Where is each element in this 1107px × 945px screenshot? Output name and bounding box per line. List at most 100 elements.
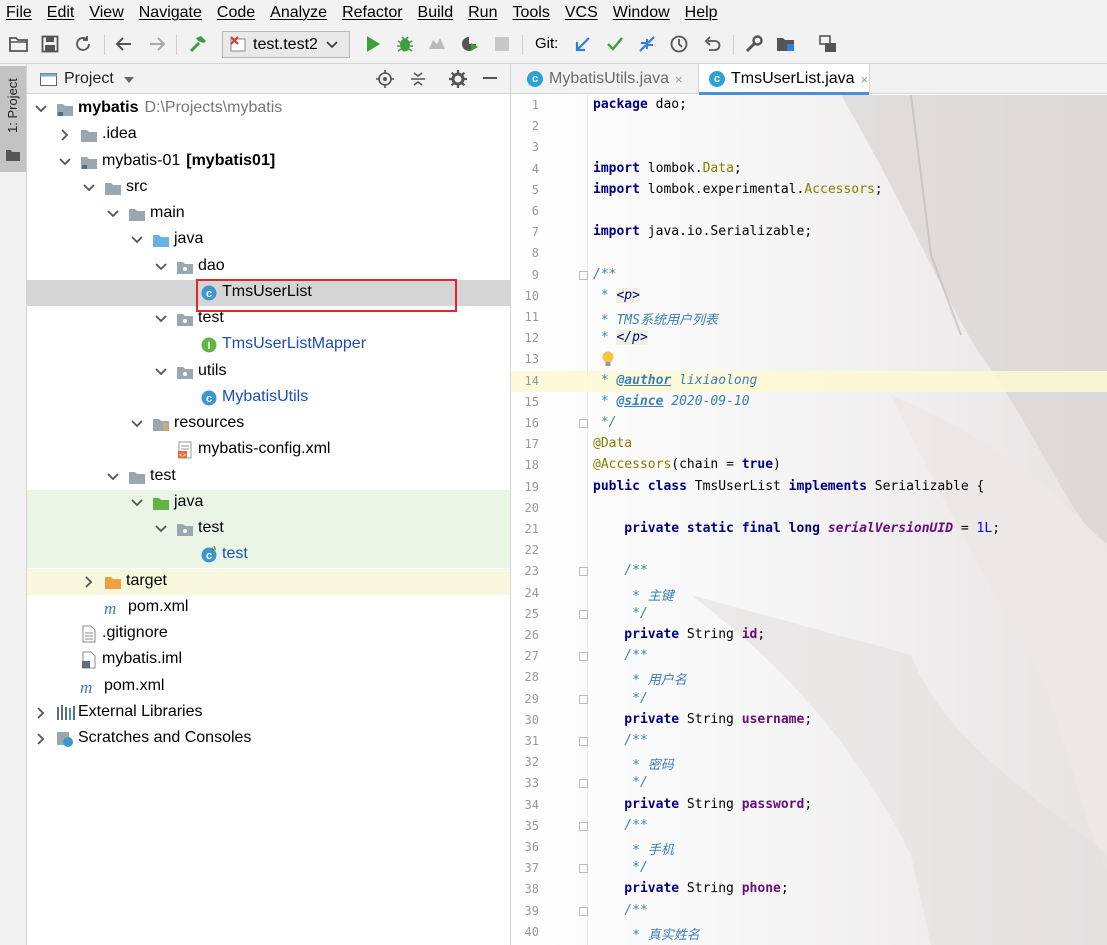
menu-run[interactable]: Run xyxy=(468,4,497,22)
tree-item-scratches[interactable]: Scratches and Consoles xyxy=(27,726,510,752)
code-line[interactable]: 8 xyxy=(511,243,1107,264)
menu-vcs[interactable]: VCS xyxy=(565,4,598,22)
code-line[interactable]: 32 * 密码 xyxy=(511,752,1107,773)
tree-item-dao[interactable]: dao xyxy=(27,254,510,280)
chevron-down-icon[interactable] xyxy=(155,260,167,274)
open-folder-icon[interactable] xyxy=(9,34,29,54)
tree-item-mybatis[interactable]: mybatis D:\Projects\mybatis xyxy=(27,96,510,122)
tab-mybatisutils[interactable]: c MybatisUtils.java × xyxy=(517,64,698,94)
code-line[interactable]: 5 import lombok.experimental.Accessors; xyxy=(511,180,1107,201)
fold-marker-icon[interactable] xyxy=(579,567,588,577)
debug-bug-icon[interactable] xyxy=(395,34,415,54)
code-line[interactable]: 27 /** xyxy=(511,646,1107,667)
chevron-down-icon[interactable] xyxy=(59,155,71,169)
menu-view[interactable]: View xyxy=(89,4,123,22)
tree-item-idea[interactable]: .idea xyxy=(27,122,510,148)
gear-icon[interactable] xyxy=(449,70,467,93)
chevron-down-icon[interactable] xyxy=(155,312,167,326)
tree-item-test-class[interactable]: c test xyxy=(27,542,510,569)
run-play-icon[interactable] xyxy=(363,34,383,54)
code-line[interactable]: 34 private String password; xyxy=(511,795,1107,816)
code-line[interactable]: 28 * 用户名 xyxy=(511,667,1107,688)
code-line[interactable]: 3 xyxy=(511,137,1107,158)
run-configuration-select[interactable]: test.test2 xyxy=(222,31,350,58)
code-line[interactable]: 10 * <p> xyxy=(511,286,1107,307)
menu-help[interactable]: Help xyxy=(685,4,718,22)
code-line[interactable]: 15 * @since 2020-09-10 xyxy=(511,392,1107,413)
fold-marker-icon[interactable] xyxy=(579,737,588,746)
menu-tools[interactable]: Tools xyxy=(512,4,549,22)
back-arrow-icon[interactable] xyxy=(114,34,134,54)
code-line[interactable]: 2 xyxy=(511,116,1107,137)
hide-minus-icon[interactable] xyxy=(483,77,497,79)
menu-refactor[interactable]: Refactor xyxy=(342,4,402,22)
code-line[interactable]: 29 */ xyxy=(511,689,1107,710)
git-commit-check-icon[interactable] xyxy=(605,34,625,54)
git-history-clock-icon[interactable] xyxy=(669,34,689,54)
code-line[interactable]: 22 xyxy=(511,540,1107,561)
tree-item-utils[interactable]: utils xyxy=(27,359,510,385)
tab-tmsuserlist[interactable]: c TmsUserList.java × xyxy=(698,64,870,95)
profile-icon[interactable] xyxy=(459,34,479,54)
menu-analyze[interactable]: Analyze xyxy=(270,4,327,22)
view-dropdown-icon[interactable] xyxy=(123,70,134,88)
fold-marker-icon[interactable] xyxy=(579,906,588,916)
close-icon[interactable]: × xyxy=(675,72,683,87)
project-structure-icon[interactable] xyxy=(776,34,796,54)
code-line[interactable]: 9 /** xyxy=(511,265,1107,286)
close-icon[interactable]: × xyxy=(861,72,869,87)
tree-item-target[interactable]: target xyxy=(27,568,510,595)
chevron-down-icon[interactable] xyxy=(107,470,119,484)
code-line[interactable]: 30 private String username; xyxy=(511,710,1107,731)
tree-item-java[interactable]: java xyxy=(27,227,510,253)
code-line[interactable]: 37 */ xyxy=(511,858,1107,879)
project-tool-tab[interactable]: 1: Project xyxy=(0,66,26,172)
code-line[interactable]: 39 /** xyxy=(511,901,1107,922)
coverage-icon[interactable] xyxy=(427,34,447,54)
code-line[interactable]: 18 @Accessors(chain = true) xyxy=(511,455,1107,476)
code-line[interactable]: 17 @Data xyxy=(511,434,1107,455)
menu-code[interactable]: Code xyxy=(217,4,255,22)
code-line[interactable]: 13 xyxy=(511,349,1107,370)
code-line[interactable]: 24 * 主键 xyxy=(511,583,1107,604)
fold-marker-icon[interactable] xyxy=(579,864,588,874)
fold-marker-icon[interactable] xyxy=(579,652,588,662)
settings-wrench-icon[interactable] xyxy=(744,34,764,54)
code-line[interactable]: 1 package dao; xyxy=(511,95,1107,116)
git-update-icon[interactable] xyxy=(573,34,593,54)
fold-marker-icon[interactable] xyxy=(579,694,588,704)
code-line[interactable]: 14 * @author lixiaolong xyxy=(511,370,1107,392)
tree-item-test-folder[interactable]: test xyxy=(27,464,510,490)
code-line[interactable]: 16 */ xyxy=(511,413,1107,434)
chevron-down-icon[interactable] xyxy=(155,522,167,536)
tree-item-mybatis-config[interactable]: <> mybatis-config.xml xyxy=(27,437,510,463)
fold-marker-icon[interactable] xyxy=(579,419,588,428)
tree-item-mybatis-iml[interactable]: mybatis.iml xyxy=(27,647,510,673)
collapse-all-icon[interactable] xyxy=(409,70,427,93)
build-hammer-icon[interactable] xyxy=(188,34,208,54)
tree-item-tmsuserlistmapper[interactable]: I TmsUserListMapper xyxy=(27,332,510,358)
code-line[interactable]: 12 * </p> xyxy=(511,328,1107,349)
code-line[interactable]: 23 /** xyxy=(511,561,1107,582)
code-line[interactable]: 20 xyxy=(511,498,1107,519)
sync-icon[interactable] xyxy=(73,34,93,54)
code-line[interactable]: 21 private static final long serialVersi… xyxy=(511,519,1107,540)
code-line[interactable]: 7 import java.io.Serializable; xyxy=(511,222,1107,243)
code-line[interactable]: 11 * TMS系统用户列表 xyxy=(511,307,1107,328)
chevron-right-icon[interactable] xyxy=(35,732,47,746)
git-rollback-icon[interactable] xyxy=(702,34,722,54)
forward-arrow-icon[interactable] xyxy=(147,34,167,54)
stop-icon[interactable] xyxy=(492,34,512,54)
code-line[interactable]: 6 xyxy=(511,201,1107,222)
chevron-down-icon[interactable] xyxy=(83,181,95,195)
locate-crosshair-icon[interactable] xyxy=(376,70,394,93)
menu-build[interactable]: Build xyxy=(418,4,454,22)
code-line[interactable]: 4 import lombok.Data; xyxy=(511,159,1107,180)
menu-file[interactable]: File xyxy=(6,4,32,22)
chevron-down-icon[interactable] xyxy=(131,496,143,510)
save-icon[interactable] xyxy=(40,34,60,54)
git-push-icon[interactable] xyxy=(637,34,657,54)
project-panel-title[interactable]: Project xyxy=(64,70,114,88)
chevron-down-icon[interactable] xyxy=(131,233,143,247)
tree-item-mybatis-01[interactable]: mybatis-01 [mybatis01] xyxy=(27,149,510,175)
